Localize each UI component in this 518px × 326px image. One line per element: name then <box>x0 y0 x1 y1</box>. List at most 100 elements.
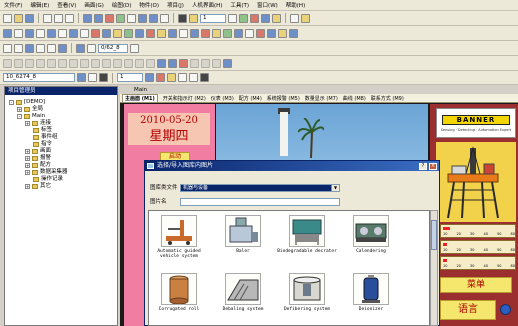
text-color-icon[interactable] <box>99 73 108 82</box>
menu-draw[interactable]: 绘图(D) <box>112 1 132 9</box>
deionizer-icon[interactable] <box>353 273 389 305</box>
numeric-object-icon[interactable] <box>36 28 45 38</box>
tab-trend[interactable]: 曲线 (M8) <box>343 95 366 102</box>
line-color-icon[interactable] <box>88 73 97 82</box>
zoom-out-icon[interactable] <box>149 13 158 23</box>
stop-object-icon[interactable] <box>256 28 265 38</box>
run-icon[interactable] <box>239 13 248 23</box>
tab-switches[interactable]: 开关和指示灯 (M2) <box>163 95 206 102</box>
spin-icon[interactable] <box>228 13 237 23</box>
agv-icon[interactable] <box>161 215 197 247</box>
line-tool-icon[interactable] <box>14 58 23 68</box>
bar-object-icon[interactable] <box>113 28 122 38</box>
save-icon[interactable] <box>25 13 34 23</box>
video-object-icon[interactable] <box>201 28 210 38</box>
bold-icon[interactable] <box>200 73 209 82</box>
debaling-icon[interactable] <box>225 273 261 305</box>
scrollbar-thumb[interactable] <box>431 220 437 250</box>
expand-icon[interactable]: + <box>25 184 30 189</box>
expand-icon[interactable]: + <box>25 163 30 168</box>
page-select[interactable]: 0/62_8 <box>98 43 128 53</box>
expand-icon[interactable]: + <box>17 107 22 112</box>
same-width-icon[interactable] <box>135 58 144 68</box>
collapse-icon[interactable]: - <box>9 100 14 105</box>
font-icon[interactable] <box>189 73 198 82</box>
menu-window[interactable]: 窗口(W) <box>257 1 278 9</box>
tree-node-global[interactable]: + 全局 <box>17 106 43 113</box>
lamp-object-icon[interactable] <box>14 28 23 38</box>
switch-object-icon[interactable] <box>25 28 34 38</box>
contact-object-icon[interactable] <box>234 28 243 38</box>
picture-object-icon[interactable] <box>157 28 166 38</box>
rotate-icon[interactable] <box>124 58 133 68</box>
tree-node-recipes[interactable]: + 配方 <box>25 162 51 169</box>
text-object-icon[interactable] <box>47 28 56 38</box>
slider-object-icon[interactable] <box>135 28 144 38</box>
shadow-icon[interactable] <box>167 73 176 82</box>
settings-icon[interactable] <box>272 13 281 23</box>
recipe-object-icon[interactable] <box>124 28 133 38</box>
expand-icon[interactable]: + <box>25 156 30 161</box>
decrater-icon[interactable] <box>289 215 325 247</box>
send-back-icon[interactable] <box>87 43 96 53</box>
tree-node-data-loggers[interactable]: + 数据采集器 <box>25 169 68 176</box>
transparency-icon[interactable] <box>178 73 187 82</box>
export-object-icon[interactable] <box>267 28 276 38</box>
defibering-icon[interactable] <box>289 273 325 305</box>
layer-icon[interactable] <box>189 13 198 23</box>
pattern-tool-icon[interactable] <box>168 58 177 68</box>
expand-icon[interactable]: + <box>25 170 30 175</box>
animation-object-icon[interactable] <box>168 28 177 38</box>
macro-object-icon[interactable] <box>223 28 232 38</box>
rotate-left-icon[interactable] <box>190 58 199 68</box>
chevron-down-icon[interactable]: ▼ <box>331 185 339 191</box>
align-top-icon[interactable] <box>36 43 45 53</box>
window-object-icon[interactable] <box>179 28 188 38</box>
roll-icon[interactable] <box>161 273 197 305</box>
page-code-select[interactable]: 10_6274_8 <box>3 73 75 82</box>
import-object-icon[interactable] <box>278 28 287 38</box>
expand-icon[interactable]: + <box>25 149 30 154</box>
button-object-icon[interactable] <box>3 28 12 38</box>
tree-node-root[interactable]: - [DEMO] <box>9 99 45 106</box>
tab-contact[interactable]: 联系方式 (M9) <box>371 95 404 102</box>
undo-icon[interactable] <box>83 13 92 23</box>
paste-icon[interactable] <box>65 13 74 23</box>
polygon-tool-icon[interactable] <box>47 58 56 68</box>
download-icon[interactable] <box>261 13 270 23</box>
trend-object-icon[interactable] <box>80 28 89 38</box>
tree-node-tags[interactable]: 标签 <box>33 127 52 134</box>
zoom-in-icon[interactable] <box>138 13 147 23</box>
cut-icon[interactable] <box>43 13 52 23</box>
image-name-input[interactable] <box>180 198 340 206</box>
keypad-object-icon[interactable] <box>190 28 199 38</box>
menu-project[interactable]: 项目(J) <box>167 1 184 9</box>
line-width-select[interactable]: 1 <box>117 73 143 82</box>
arc-tool-icon[interactable] <box>58 58 67 68</box>
table-object-icon[interactable] <box>58 28 67 38</box>
rect-tool-icon[interactable] <box>25 58 34 68</box>
window-icon[interactable] <box>116 13 125 23</box>
arrow-style-icon[interactable] <box>156 73 165 82</box>
collapse-icon[interactable]: - <box>17 114 22 119</box>
tree-node-alarms[interactable]: + 报警 <box>25 155 51 162</box>
clock-object-icon[interactable] <box>146 28 155 38</box>
flip-h-icon[interactable] <box>102 58 111 68</box>
ellipse-tool-icon[interactable] <box>36 58 45 68</box>
tree-node-screens[interactable]: + 画面 <box>25 148 51 155</box>
close-button[interactable]: × <box>429 163 437 170</box>
tree-node-connections[interactable]: + 连接 <box>25 120 51 127</box>
tab-system-alarm[interactable]: 系统报警 (M5) <box>267 95 300 102</box>
print-object-icon[interactable] <box>245 28 254 38</box>
help-button[interactable]: ? <box>419 163 427 170</box>
menu-view[interactable]: 查看(V) <box>57 1 76 9</box>
same-height-icon[interactable] <box>146 58 155 68</box>
group-icon[interactable] <box>130 43 139 53</box>
print-icon[interactable] <box>290 13 299 23</box>
open-folder-icon[interactable] <box>14 13 23 23</box>
menu-button[interactable]: 菜单 <box>440 277 512 293</box>
align-bottom-icon[interactable] <box>58 43 67 53</box>
text-tool-icon[interactable] <box>69 58 78 68</box>
copy-icon[interactable] <box>54 13 63 23</box>
abc-icon[interactable] <box>223 58 232 68</box>
